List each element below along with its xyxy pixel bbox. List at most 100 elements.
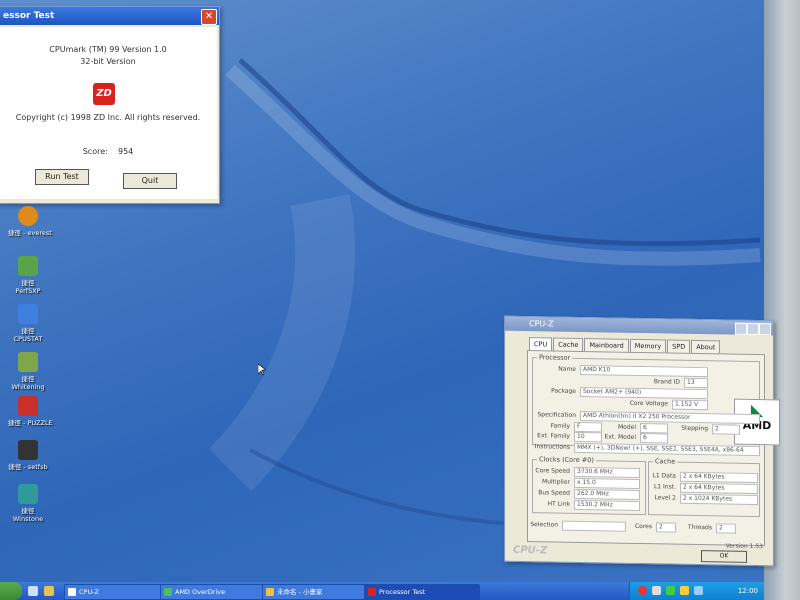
close-button[interactable]: ✕ (201, 9, 217, 25)
ok-button[interactable]: OK (701, 550, 747, 563)
desktop-icon-label: 捷徑 - PUZZLE (8, 419, 53, 427)
extmodel-label: Ext. Model (604, 433, 636, 441)
stepping-value: 2 (712, 424, 740, 435)
desktop-icon-everest[interactable]: 捷徑 - everest (8, 206, 52, 237)
tray-icon[interactable] (652, 586, 661, 595)
cache-group-title: Cache (653, 457, 678, 466)
pll-icon (18, 440, 38, 460)
l2-label: Level 2 (654, 494, 676, 502)
processor-group-title: Processor (537, 353, 573, 362)
start-button[interactable] (0, 582, 22, 600)
window-icon (18, 304, 38, 324)
puzzle-icon (18, 396, 38, 416)
desktop-icon-label: 捷徑 - everest (8, 229, 52, 237)
l1-data-label: L1 Data (652, 472, 676, 480)
desktop-icon-cpustat[interactable]: 捷徑 CPUSTAT (8, 304, 48, 343)
extfamily-label: Ext. Family (537, 432, 570, 440)
desktop-icon-puzzle[interactable]: 捷徑 - PUZZLE (8, 396, 53, 427)
desktop-icon-setfsb[interactable]: 捷徑 - setfsb (8, 440, 48, 471)
cpumark-titlebar[interactable]: essor Test ✕ (0, 7, 219, 25)
tray-icon[interactable] (638, 586, 647, 595)
taskbar-button-cpuz[interactable]: CPU-Z (64, 584, 170, 600)
tab-about[interactable]: About (691, 339, 721, 354)
selection-label: Selection (530, 521, 558, 529)
mouse-cursor-icon (258, 364, 266, 376)
speaker-icon[interactable] (694, 586, 703, 595)
zd-logo-icon: ZD (93, 83, 115, 105)
quit-button[interactable]: Quit (123, 173, 177, 189)
l2-value: 2 x 1024 KBytes (680, 493, 758, 506)
brandid-label: Brand ID (653, 378, 680, 386)
close-icon[interactable] (759, 323, 771, 336)
voltage-value: 1.152 V (672, 399, 708, 411)
ht-link-value: 1530.2 MHz (574, 499, 640, 512)
cpuz-titlebar[interactable]: CPU-Z (505, 316, 773, 336)
tab-cpu[interactable]: CPU (529, 337, 553, 351)
model-value: 6 (640, 423, 668, 434)
instructions-value: MMX (+), 3DNow! (+), SSE, SSE2, SSE3, SS… (574, 442, 760, 457)
desktop-icon-label: 捷徑 Winstone (12, 507, 44, 523)
app-icon (18, 484, 38, 504)
desktop-icon-winstone[interactable]: 捷徑 Winstone (8, 484, 48, 523)
score-row: Score: 954 (0, 147, 217, 156)
package-label: Package (551, 387, 576, 395)
bus-speed-label: Bus Speed (538, 489, 570, 497)
taskbar-button-processor-test[interactable]: Processor Test (364, 584, 480, 600)
tab-mainboard[interactable]: Mainboard (584, 338, 629, 352)
system-tray: 12:00 (629, 582, 764, 600)
cores-value: 2 (656, 522, 676, 533)
core-speed-value: 3730.6 MHz (574, 466, 640, 479)
run-test-button[interactable]: Run Test (35, 169, 89, 185)
cpumark-window[interactable]: essor Test ✕ CPUmark (TM) 99 Version 1.0… (0, 6, 220, 204)
voltage-label: Core Voltage (629, 399, 668, 408)
paint-icon (266, 588, 274, 596)
extfamily-value: 10 (574, 431, 602, 443)
desktop-icon-whitening[interactable]: 捷徑 Whitening (8, 352, 48, 391)
desktop-icon-label: 捷徑 PerfSXP (15, 279, 41, 295)
quicklaunch-icon[interactable] (44, 586, 54, 596)
cpu-panel: Processor Name AMD K10 Brand ID 13 Packa… (527, 350, 780, 547)
app-icon (18, 256, 38, 276)
clocks-group-title: Clocks (Core #0) (537, 455, 596, 465)
tray-icon[interactable] (680, 586, 689, 595)
score-label: Score: (82, 147, 108, 156)
brandid-value: 13 (684, 377, 708, 389)
score-value: 954 (118, 147, 134, 156)
cpuz-icon (68, 588, 76, 596)
threads-label: Threads (687, 523, 712, 532)
overdrive-icon (164, 588, 172, 596)
taskbar-button-paint[interactable]: 未命名 - 小畫家 (262, 584, 374, 600)
quicklaunch-icon[interactable] (28, 586, 38, 596)
instructions-label: Instructions (534, 443, 570, 451)
desktop-icon-perfsxp[interactable]: 捷徑 PerfSXP (8, 256, 48, 295)
core-speed-label: Core Speed (535, 467, 570, 475)
product-subtitle: 32-bit Version (80, 57, 136, 66)
cpuz-window[interactable]: CPU-Z CPU Cache Mainboard Memory SPD Abo… (504, 315, 780, 567)
clock[interactable]: 12:00 (738, 582, 758, 600)
spec-label: Specification (537, 411, 576, 419)
family-value: F (574, 421, 602, 433)
multiplier-value: x 15.0 (574, 477, 640, 490)
taskbar-button-overdrive[interactable]: AMD OverDrive (160, 584, 272, 600)
close-icon: ✕ (204, 11, 214, 22)
cpumark-body: CPUmark (TM) 99 Version 1.0 32-bit Versi… (0, 27, 217, 199)
tray-icon[interactable] (666, 586, 675, 595)
cores-label: Cores (634, 522, 652, 531)
copyright-text: Copyright (c) 1998 ZD Inc. All rights re… (15, 113, 201, 122)
zd-icon (368, 588, 376, 596)
selection-dropdown[interactable] (562, 520, 626, 532)
taskbar: CPU-Z AMD OverDrive 未命名 - 小畫家 Processor … (0, 582, 764, 600)
tab-spd[interactable]: SPD (667, 339, 691, 353)
l1-data-value: 2 x 64 KBytes (680, 471, 758, 484)
stepping-label: Stepping (681, 424, 708, 433)
maximize-icon[interactable] (747, 322, 759, 336)
info-icon (18, 206, 38, 226)
cpumark-title: essor Test (3, 11, 55, 21)
bus-speed-value: 262.0 MHz (574, 488, 640, 501)
tab-cache[interactable]: Cache (553, 337, 584, 352)
family-label: Family (550, 422, 570, 430)
minimize-icon[interactable] (735, 322, 747, 335)
threads-value: 2 (716, 523, 736, 534)
tab-memory[interactable]: Memory (629, 338, 667, 353)
ht-link-label: HT Link (547, 500, 570, 508)
